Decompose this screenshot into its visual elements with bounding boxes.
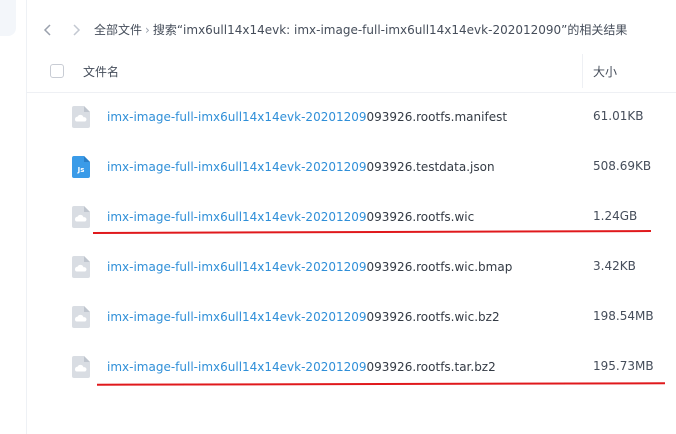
sidebar-nub <box>0 0 16 36</box>
file-name-match[interactable]: imx-image-full-imx6ull14x14evk-20201209 <box>107 210 367 224</box>
file-name-match[interactable]: imx-image-full-imx6ull14x14evk-20201209 <box>107 160 367 174</box>
table-row[interactable]: imx-image-full-imx6ull14x14evk-202012090… <box>26 292 676 342</box>
breadcrumb: 全部文件 › 搜索“imx6ull14x14evk: imx-image-full-… <box>94 22 627 38</box>
breadcrumb-root[interactable]: 全部文件 <box>94 23 142 37</box>
table-row[interactable]: imx-image-full-imx6ull14x14evk-202012090… <box>26 242 676 292</box>
file-name-link[interactable]: imx-image-full-imx6ull14x14evk-202012090… <box>107 109 507 125</box>
breadcrumb-bar: 全部文件 › 搜索“imx6ull14x14evk: imx-image-full-… <box>26 10 676 50</box>
generic-file-icon <box>72 106 90 128</box>
svg-text:Js: Js <box>77 166 85 174</box>
file-name-match[interactable]: imx-image-full-imx6ull14x14evk-20201209 <box>107 360 367 374</box>
back-arrow-icon[interactable] <box>40 22 56 38</box>
file-name-rest[interactable]: 093926.rootfs.tar.bz2 <box>367 360 496 374</box>
file-size: 195.73MB <box>593 359 654 373</box>
column-header-size[interactable]: 大小 <box>593 63 617 80</box>
file-list: imx-image-full-imx6ull14x14evk-202012090… <box>26 92 676 392</box>
column-divider[interactable] <box>582 54 583 88</box>
breadcrumb-search: 搜索“imx6ull14x14evk: imx-image-full-imx6u… <box>152 23 628 37</box>
file-name-match[interactable]: imx-image-full-imx6ull14x14evk-20201209 <box>107 310 367 324</box>
left-sidebar <box>0 0 27 434</box>
select-all-checkbox[interactable] <box>50 64 64 78</box>
table-header: 文件名 大小 <box>26 50 676 93</box>
table-row[interactable]: imx-image-full-imx6ull14x14evk-202012090… <box>26 192 676 242</box>
file-name-rest[interactable]: 093926.rootfs.manifest <box>367 110 508 124</box>
file-size: 3.42KB <box>593 259 636 273</box>
file-name-match[interactable]: imx-image-full-imx6ull14x14evk-20201209 <box>107 110 367 124</box>
column-header-name[interactable]: 文件名 <box>83 63 119 80</box>
table-row[interactable]: Js imx-image-full-imx6ull14x14evk-202012… <box>26 142 676 192</box>
file-name-link[interactable]: imx-image-full-imx6ull14x14evk-202012090… <box>107 309 500 325</box>
table-row[interactable]: imx-image-full-imx6ull14x14evk-202012090… <box>26 92 676 142</box>
file-size: 198.54MB <box>593 309 654 323</box>
file-name-rest[interactable]: 093926.rootfs.wic.bmap <box>367 260 513 274</box>
breadcrumb-separator: › <box>145 23 150 37</box>
forward-arrow-icon[interactable] <box>68 22 84 38</box>
file-name-rest[interactable]: 093926.rootfs.wic.bz2 <box>367 310 500 324</box>
file-size: 61.01KB <box>593 109 644 123</box>
file-name-rest[interactable]: 093926.testdata.json <box>367 160 495 174</box>
file-size: 1.24GB <box>593 209 638 223</box>
js-file-icon: Js <box>72 156 90 178</box>
file-name-match[interactable]: imx-image-full-imx6ull14x14evk-20201209 <box>107 260 367 274</box>
file-name-link[interactable]: imx-image-full-imx6ull14x14evk-202012090… <box>107 259 512 275</box>
generic-file-icon <box>72 256 90 278</box>
file-size: 508.69KB <box>593 159 652 173</box>
generic-file-icon <box>72 206 90 228</box>
file-name-link[interactable]: imx-image-full-imx6ull14x14evk-202012090… <box>107 159 495 175</box>
generic-file-icon <box>72 356 90 378</box>
file-name-link[interactable]: imx-image-full-imx6ull14x14evk-202012090… <box>107 209 474 225</box>
generic-file-icon <box>72 306 90 328</box>
file-name-link[interactable]: imx-image-full-imx6ull14x14evk-202012090… <box>107 359 496 375</box>
file-name-rest[interactable]: 093926.rootfs.wic <box>367 210 475 224</box>
